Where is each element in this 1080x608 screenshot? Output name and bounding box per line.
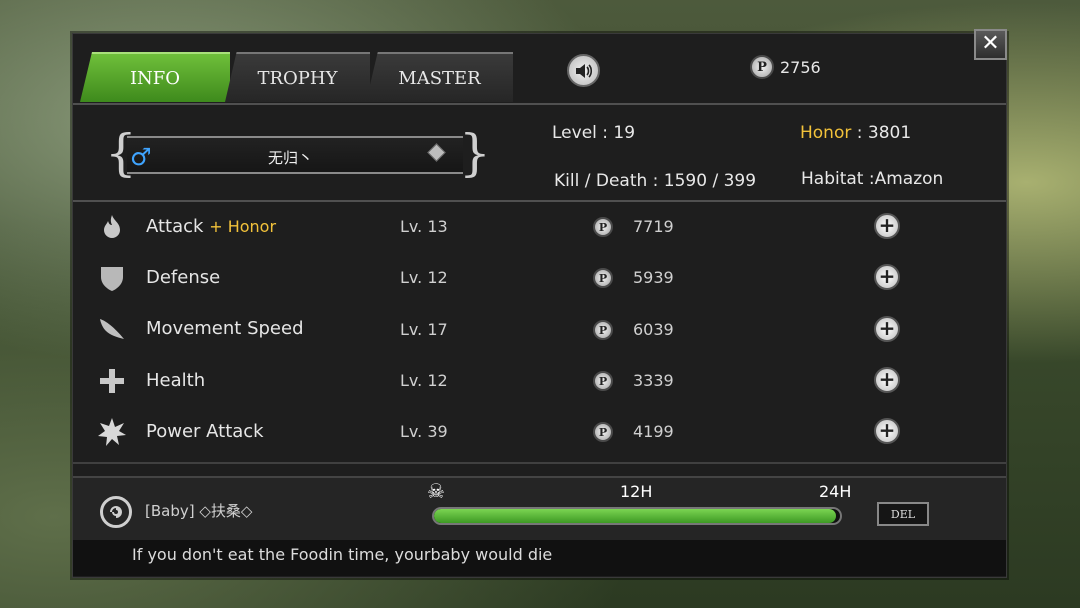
skull-crossbones-icon: ☠ [427, 479, 445, 503]
skill-name-label: Attack [146, 216, 204, 237]
upgrade-health-button[interactable]: + [874, 367, 900, 393]
honor-bonus-label: + Honor [209, 217, 277, 236]
delete-button[interactable]: DEL [877, 502, 929, 526]
close-button[interactable]: ✕ [974, 29, 1007, 60]
cross-icon [97, 366, 127, 396]
upgrade-attack-button[interactable]: + [874, 213, 900, 239]
coin-icon: P [593, 320, 613, 340]
hunger-progress-fill [434, 509, 836, 523]
time-24h-label: 24H [819, 482, 852, 501]
player-name: 无归丶 [268, 149, 314, 167]
shield-icon [97, 263, 127, 293]
kill-death-value: : 1590 / 399 [652, 171, 757, 191]
upgrade-power-attack-button[interactable]: + [874, 418, 900, 444]
skill-cost: 6039 [633, 320, 674, 339]
skill-cost: 4199 [633, 422, 674, 441]
habitat-label: Habitat [801, 169, 864, 189]
level-stat: Level : 19 [552, 123, 635, 143]
skill-cost: 5939 [633, 268, 674, 287]
coin-icon: P [593, 371, 613, 391]
skill-name-movement-speed: Movement Speed [146, 318, 304, 339]
kill-death-stat: Kill / Death : 1590 / 399 [554, 171, 756, 191]
burst-icon [97, 417, 127, 447]
left-bracket-ornament: { [105, 124, 137, 182]
male-gender-icon: ♂ [130, 143, 152, 171]
skill-name-attack: Attack + Honor [146, 216, 276, 237]
tab-trophy[interactable]: TROPHY [225, 52, 370, 102]
habitat-value: :Amazon [868, 169, 944, 189]
skill-level: Lv. 12 [400, 268, 448, 287]
skill-cost: 3339 [633, 371, 674, 390]
wing-icon [97, 315, 127, 345]
divider [73, 462, 1006, 464]
speaker-icon[interactable] [567, 54, 600, 87]
hunger-progress-bar [432, 507, 842, 525]
divider [73, 103, 1006, 105]
honor-stat: Honor : 3801 [800, 123, 911, 143]
divider [73, 200, 1006, 202]
level-value: : 19 [602, 123, 636, 143]
habitat-stat: Habitat :Amazon [801, 169, 943, 189]
coin-icon: P [593, 268, 613, 288]
flame-icon [97, 212, 127, 242]
points-display: P 2756 [750, 55, 821, 79]
level-label: Level [552, 123, 597, 143]
tip-text: If you don't eat the Foodin time, yourba… [132, 545, 553, 564]
coin-icon: P [593, 422, 613, 442]
time-12h-label: 12H [620, 482, 653, 501]
baby-icon [100, 496, 132, 528]
upgrade-movement-speed-button[interactable]: + [874, 316, 900, 342]
skill-name-power-attack: Power Attack [146, 421, 264, 442]
skill-cost: 7719 [633, 217, 674, 236]
skill-name-health: Health [146, 370, 206, 391]
baby-name: [Baby] ◇扶桑◇ [145, 502, 253, 520]
skill-level: Lv. 12 [400, 371, 448, 390]
skill-level: Lv. 13 [400, 217, 448, 236]
tab-master[interactable]: MASTER [366, 52, 513, 102]
right-bracket-ornament: } [459, 124, 491, 182]
skill-name-defense: Defense [146, 267, 221, 288]
coin-icon: P [593, 217, 613, 237]
points-value: 2756 [780, 57, 821, 77]
tab-info[interactable]: INFO [80, 52, 230, 102]
skill-level: Lv. 17 [400, 320, 448, 339]
kill-death-label: Kill / Death [554, 171, 648, 191]
upgrade-defense-button[interactable]: + [874, 264, 900, 290]
honor-value: : 3801 [856, 123, 912, 143]
points-coin-icon: P [750, 55, 774, 79]
skill-level: Lv. 39 [400, 422, 448, 441]
honor-label: Honor [800, 123, 852, 143]
